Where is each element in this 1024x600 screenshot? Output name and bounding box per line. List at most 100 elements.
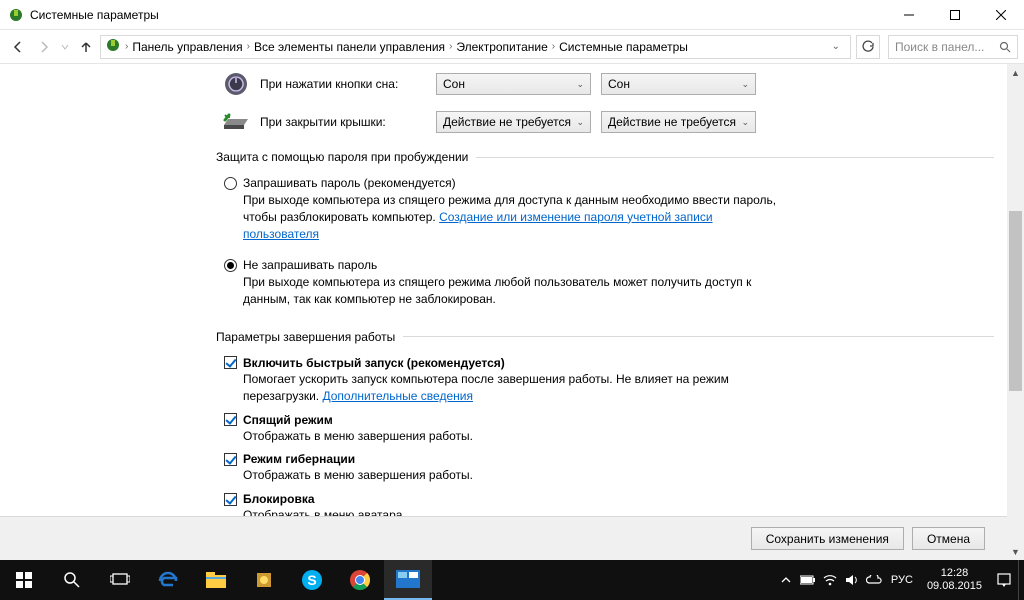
chevron-right-icon: › [247,41,250,52]
breadcrumb[interactable]: › Панель управления › Все элементы панел… [100,35,851,59]
tray-chevron-up-icon[interactable] [775,575,797,585]
fast-startup-checkbox[interactable] [224,356,237,369]
hibernate-option: Режим гибернации Отображать в меню завер… [216,452,994,484]
breadcrumb-icon [105,37,121,56]
sleep-button-label: При нажатии кнопки сна: [260,77,436,91]
lid-close-row: При закрытии крышки: Действие не требует… [220,108,994,136]
file-explorer-icon[interactable] [192,560,240,600]
scrollbar[interactable]: ▲ ▼ [1007,64,1024,560]
lid-close-battery-dropdown[interactable]: Действие не требуется⌄ [436,111,591,133]
refresh-button[interactable] [856,35,880,59]
app-icon-1[interactable] [240,560,288,600]
footer: Сохранить изменения Отмена [0,516,1007,560]
lid-close-plugged-dropdown[interactable]: Действие не требуется⌄ [601,111,756,133]
chevron-right-icon: › [552,41,555,52]
recent-dropdown[interactable] [58,35,72,59]
shutdown-section-title: Параметры завершения работы [216,330,395,344]
breadcrumb-item[interactable]: Электропитание [456,40,547,54]
close-button[interactable] [978,0,1024,29]
save-button[interactable]: Сохранить изменения [751,527,904,550]
sleep-button-icon [220,70,252,98]
app-icon [8,7,24,23]
show-desktop[interactable] [1018,560,1024,600]
forward-button[interactable] [32,35,56,59]
sleep-button-battery-dropdown[interactable]: Сон⌄ [436,73,591,95]
chevron-down-icon: ⌄ [576,79,584,90]
sleep-option: Спящий режим Отображать в меню завершени… [216,413,994,445]
search-taskbar[interactable] [48,560,96,600]
breadcrumb-item[interactable]: Системные параметры [559,40,688,54]
up-button[interactable] [74,35,98,59]
window-controls [886,0,1024,29]
scroll-thumb[interactable] [1009,211,1022,391]
search-icon [999,41,1011,53]
search-input[interactable]: Поиск в панел... [888,35,1018,59]
require-password-radio[interactable] [224,177,237,190]
navbar: › Панель управления › Все элементы панел… [0,30,1024,64]
titlebar: Системные параметры [0,0,1024,30]
sleep-label: Спящий режим [243,413,333,427]
lid-close-label: При закрытии крышки: [260,115,436,129]
require-password-option: Запрашивать пароль (рекомендуется) При в… [216,176,994,242]
wifi-icon[interactable] [819,574,841,586]
minimize-button[interactable] [886,0,932,29]
no-password-option: Не запрашивать пароль При выходе компьют… [216,258,994,308]
window-title: Системные параметры [30,8,886,22]
fast-startup-label: Включить быстрый запуск (рекомендуется) [243,356,505,370]
svg-text:S: S [307,572,316,588]
lock-checkbox[interactable] [224,493,237,506]
chevron-down-icon: ⌄ [576,117,584,128]
language-indicator[interactable]: РУС [885,574,919,586]
chevron-down-icon: ⌄ [741,79,749,90]
require-password-label: Запрашивать пароль (рекомендуется) [243,176,456,190]
sleep-button-plugged-dropdown[interactable]: Сон⌄ [601,73,756,95]
chevron-down-icon: ⌄ [741,117,749,128]
breadcrumb-item[interactable]: Все элементы панели управления [254,40,445,54]
no-password-label: Не запрашивать пароль [243,258,377,272]
more-info-link[interactable]: Дополнительные сведения [322,389,472,403]
clock-date: 09.08.2015 [927,580,982,593]
breadcrumb-item[interactable]: Панель управления [132,40,242,54]
content-area: При нажатии кнопки сна: Сон⌄ Сон⌄ При за… [0,64,1024,560]
maximize-button[interactable] [932,0,978,29]
taskbar: S РУС 12:28 09.08.2015 [0,560,1024,600]
require-password-desc: При выходе компьютера из спящего режима … [224,192,784,242]
lid-close-icon [220,108,252,136]
sleep-button-row: При нажатии кнопки сна: Сон⌄ Сон⌄ [220,70,994,98]
edge-icon[interactable] [144,560,192,600]
sleep-desc: Отображать в меню завершения работы. [224,428,784,445]
fast-startup-desc: Помогает ускорить запуск компьютера посл… [224,371,784,405]
notifications-icon[interactable] [990,573,1018,587]
chrome-icon[interactable] [336,560,384,600]
no-password-desc: При выходе компьютера из спящего режима … [224,274,784,308]
hibernate-label: Режим гибернации [243,452,355,466]
control-panel-taskbar[interactable] [384,560,432,600]
back-button[interactable] [6,35,30,59]
chevron-right-icon: › [449,41,452,52]
hibernate-checkbox[interactable] [224,453,237,466]
password-section: Защита с помощью пароля при пробуждении … [216,150,994,308]
password-section-title: Защита с помощью пароля при пробуждении [216,150,468,164]
hibernate-desc: Отображать в меню завершения работы. [224,467,784,484]
volume-icon[interactable] [841,574,863,586]
system-tray: РУС 12:28 09.08.2015 [775,560,1024,600]
skype-icon[interactable]: S [288,560,336,600]
taskview-button[interactable] [96,560,144,600]
start-button[interactable] [0,560,48,600]
search-placeholder: Поиск в панел... [895,40,984,54]
no-password-radio[interactable] [224,259,237,272]
scroll-up-icon[interactable]: ▲ [1007,64,1024,81]
cancel-button[interactable]: Отмена [912,527,985,550]
chevron-down-icon[interactable]: ⌄ [826,41,846,52]
fast-startup-option: Включить быстрый запуск (рекомендуется) … [216,356,994,405]
onedrive-icon[interactable] [863,575,885,585]
shutdown-section: Параметры завершения работы Включить быс… [216,330,994,524]
sleep-checkbox[interactable] [224,413,237,426]
scroll-down-icon[interactable]: ▼ [1007,543,1024,560]
battery-icon[interactable] [797,575,819,585]
lock-label: Блокировка [243,492,315,506]
clock[interactable]: 12:28 09.08.2015 [919,567,990,593]
chevron-right-icon: › [125,41,128,52]
scroll-track[interactable] [1007,81,1024,543]
clock-time: 12:28 [927,567,982,580]
